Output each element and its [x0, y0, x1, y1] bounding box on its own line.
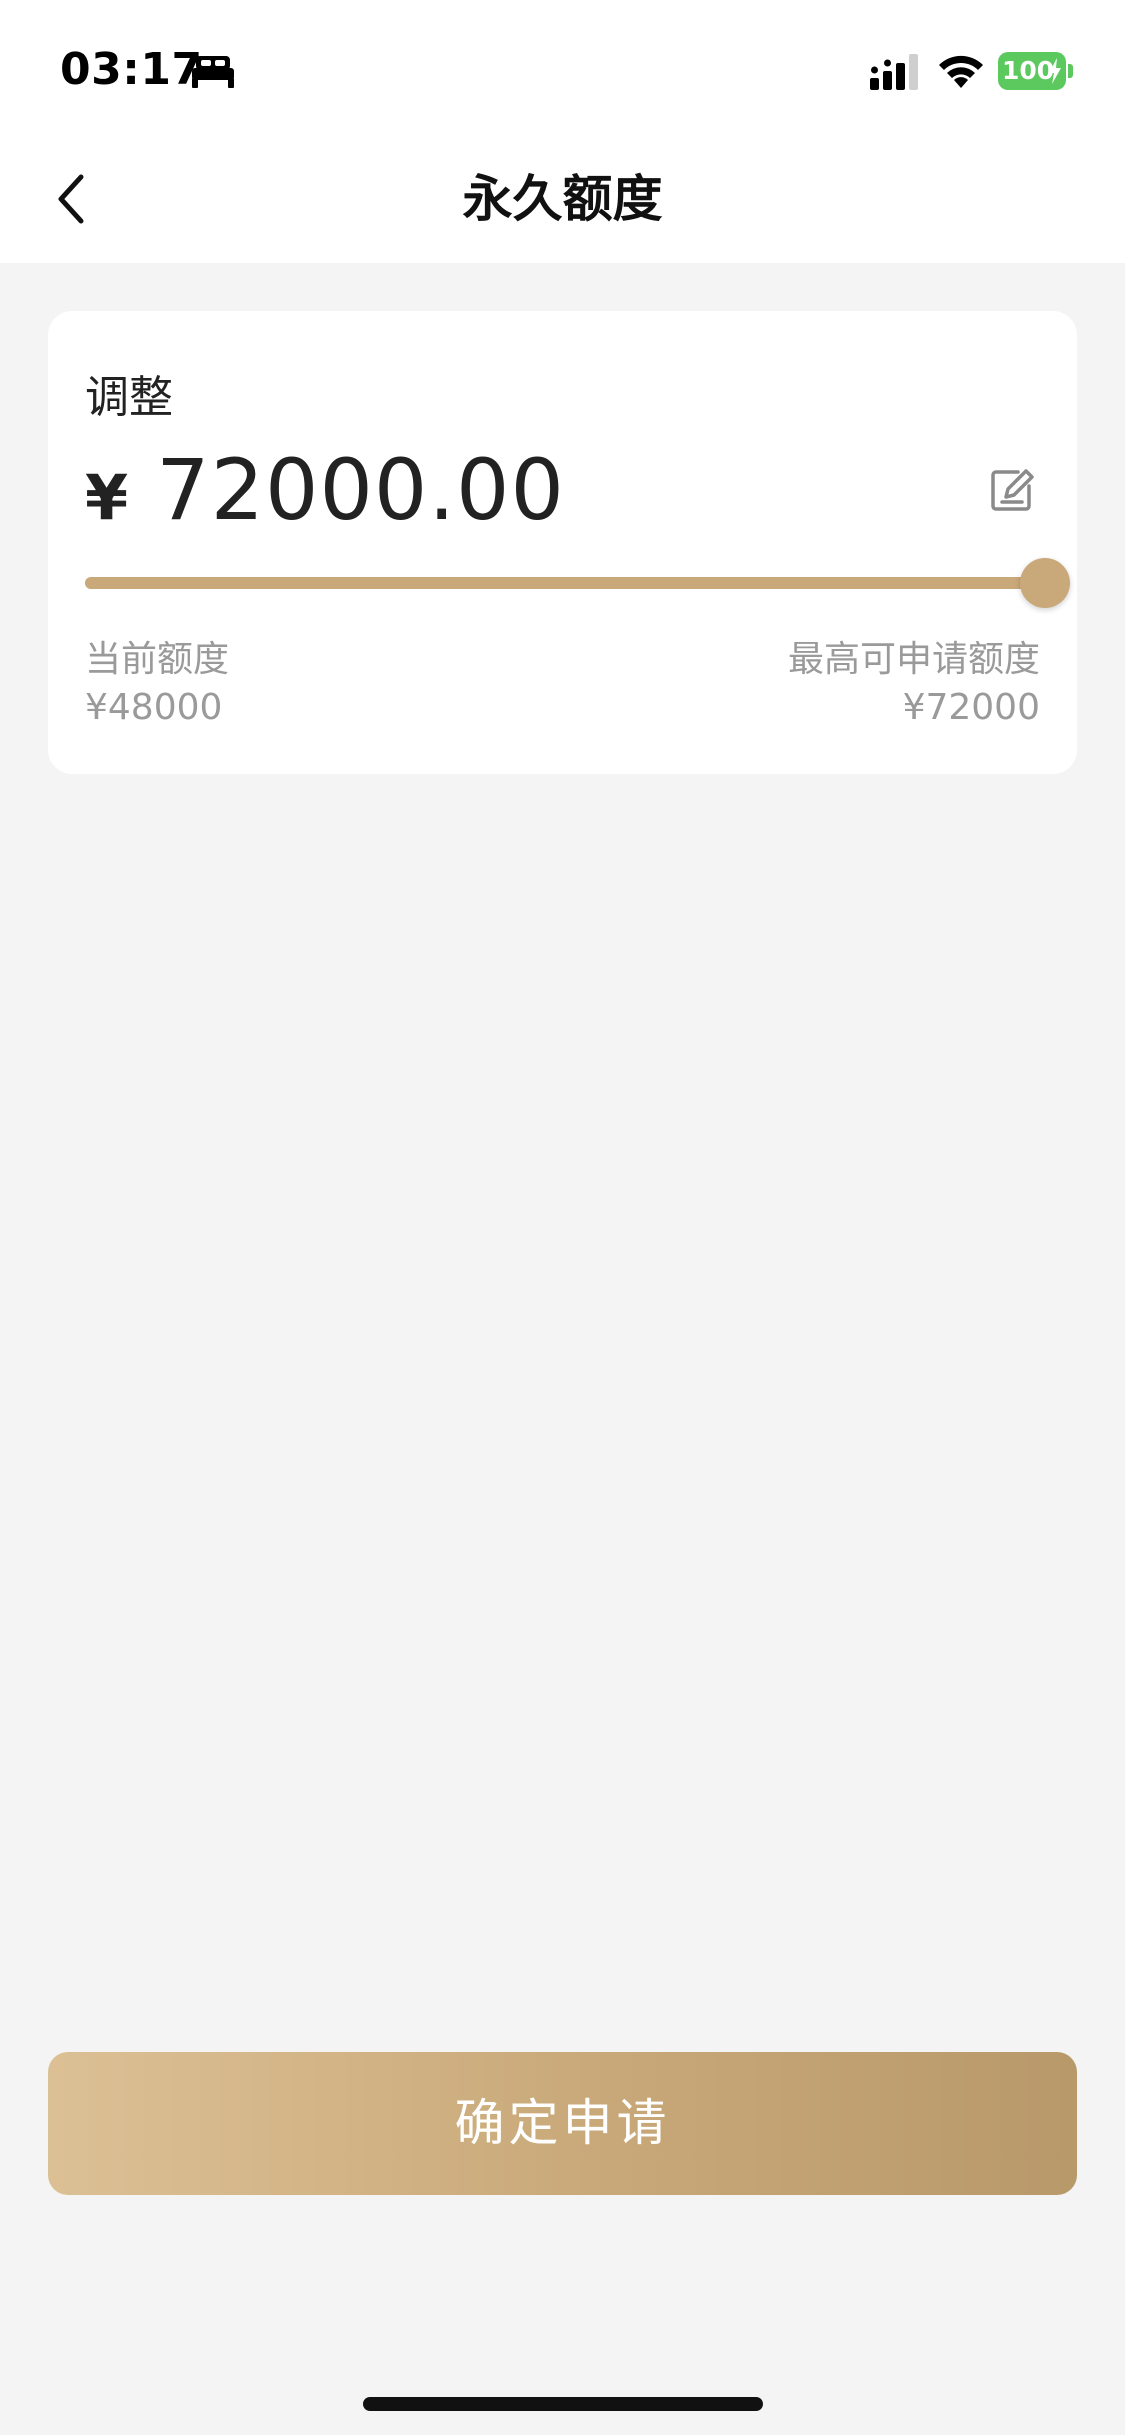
- status-bar: 03:17 100: [0, 0, 1125, 135]
- amount-display: ¥ 72000.00: [85, 441, 565, 539]
- edit-amount-button[interactable]: [988, 466, 1036, 514]
- amount-value: 72000.00: [156, 441, 565, 539]
- slider-fill: [85, 577, 1045, 589]
- home-indicator: [363, 2397, 763, 2411]
- slider-thumb[interactable]: [1020, 558, 1070, 608]
- current-limit-value: ¥48000: [85, 687, 223, 728]
- chevron-left-icon: [58, 174, 84, 224]
- signal-icon: [870, 54, 918, 90]
- back-button[interactable]: [40, 159, 100, 239]
- battery-tip: [1068, 64, 1073, 78]
- confirm-apply-button[interactable]: 确定申请: [48, 2052, 1077, 2195]
- max-limit-value: ¥72000: [902, 687, 1040, 728]
- nav-bar: 永久额度: [0, 135, 1125, 263]
- page-title: 永久额度: [462, 170, 663, 228]
- status-time: 03:17: [60, 44, 203, 95]
- limit-adjust-card: 调整 ¥ 72000.00 当前额度 ¥48000 最高可申请额度 ¥72000: [48, 311, 1077, 774]
- current-limit: 当前额度 ¥48000: [85, 636, 229, 732]
- battery-charging-icon: [1049, 58, 1061, 84]
- battery-level: 100: [1002, 56, 1055, 85]
- sleep-mode-icon: [192, 56, 234, 88]
- max-limit: 最高可申请额度 ¥72000: [788, 636, 1040, 732]
- max-limit-label: 最高可申请额度: [787, 639, 1040, 680]
- battery-indicator: 100: [998, 52, 1066, 90]
- current-limit-label: 当前额度: [85, 639, 230, 680]
- currency-symbol: ¥: [85, 461, 129, 534]
- edit-icon: [991, 469, 1034, 511]
- card-label: 调整: [85, 372, 173, 423]
- wifi-icon: [939, 55, 983, 88]
- limit-slider[interactable]: [85, 558, 1070, 608]
